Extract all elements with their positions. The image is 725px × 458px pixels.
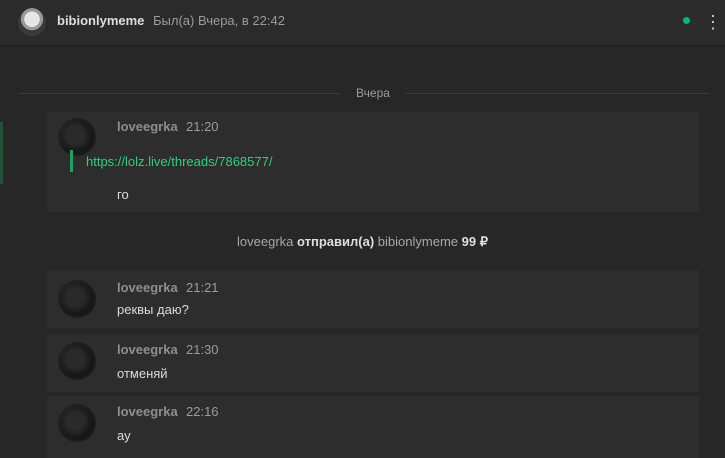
author-avatar[interactable] (58, 342, 96, 380)
author-avatar[interactable] (58, 280, 96, 318)
scroll-indicator (0, 122, 3, 184)
transfer-recipient[interactable]: bibionlymeme (378, 234, 458, 249)
transfer-amount: 99 ₽ (461, 234, 488, 249)
transfer-action: отправил(а) (297, 234, 375, 249)
online-indicator (683, 17, 690, 24)
message-author[interactable]: loveegrka (117, 119, 178, 134)
message-time: 22:16 (186, 404, 219, 419)
message-item: loveegrka 21:21 реквы даю? (47, 270, 699, 328)
chat-header: bibionlymeme Был(а) Вчера, в 22:42 ⋮ (0, 0, 725, 46)
day-divider-right (406, 93, 710, 94)
message-item: loveegrka 22:16 ау (47, 396, 699, 458)
message-time: 21:21 (186, 280, 219, 295)
day-divider-left (18, 93, 340, 94)
message-author[interactable]: loveegrka (117, 342, 178, 357)
quote-bar (70, 150, 73, 172)
thread-link[interactable]: https://lolz.live/threads/7868577/ (86, 154, 272, 169)
message-text: ау (117, 428, 131, 443)
message-item: loveegrka 21:30 отменяй (47, 334, 699, 392)
more-options-icon[interactable]: ⋮ (704, 10, 722, 34)
message-text: отменяй (117, 366, 168, 381)
message-text: реквы даю? (117, 302, 189, 317)
author-avatar[interactable] (58, 404, 96, 442)
contact-avatar[interactable] (18, 8, 46, 36)
message-author[interactable]: loveegrka (117, 280, 178, 295)
contact-name[interactable]: bibionlymeme (57, 13, 144, 28)
day-separator-label: Вчера (356, 86, 390, 100)
author-avatar[interactable] (58, 118, 96, 156)
transfer-sender[interactable]: loveegrka (237, 234, 293, 249)
transfer-notice: loveegrka отправил(а) bibionlymeme 99 ₽ (0, 234, 725, 250)
message-time: 21:30 (186, 342, 219, 357)
message-time: 21:20 (186, 119, 219, 134)
message-text: го (117, 187, 129, 202)
message-author[interactable]: loveegrka (117, 404, 178, 419)
last-seen-status: Был(а) Вчера, в 22:42 (153, 13, 285, 28)
